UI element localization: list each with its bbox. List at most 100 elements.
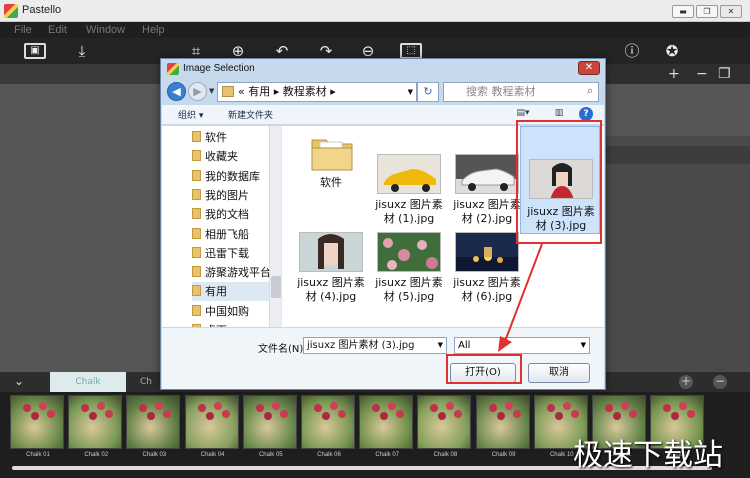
title-bar: Pastello ▬ ❐ ✕ <box>0 0 750 22</box>
filter-thumbnail[interactable] <box>10 395 64 449</box>
folder-icon <box>192 266 201 278</box>
dialog-close-button[interactable]: ✕ <box>578 61 600 75</box>
open-image-icon[interactable]: ▣ <box>24 43 46 59</box>
flower-mark <box>496 412 505 420</box>
filter-thumbnail[interactable] <box>126 395 181 449</box>
flower-mark <box>671 412 680 420</box>
nav-scrollbar[interactable] <box>269 126 281 327</box>
window-title: Pastello <box>22 4 62 16</box>
remove-button[interactable]: − <box>696 64 708 84</box>
flower-mark <box>97 402 106 410</box>
app-logo-icon <box>4 4 18 18</box>
flower-mark <box>47 410 55 418</box>
filter-thumbnail[interactable] <box>184 395 239 449</box>
nav-item[interactable]: 游聚游戏平台 <box>192 263 272 282</box>
filter-thumbnail[interactable] <box>242 395 297 449</box>
flower-mark <box>380 412 389 420</box>
minimize-button[interactable]: ▬ <box>672 5 694 18</box>
filter-thumbnail[interactable] <box>417 395 472 449</box>
filter-thumbnail[interactable] <box>301 395 355 449</box>
nav-item[interactable]: 迅雷下载 <box>192 244 272 263</box>
file-name: 软件 <box>320 176 342 189</box>
filename-dropdown-icon[interactable]: ▼ <box>438 338 443 353</box>
filter-thumbnail[interactable] <box>359 395 414 449</box>
new-folder-button[interactable]: 新建文件夹 <box>228 108 273 121</box>
navigation-pane: 桌面中国如购有用游聚游戏平台迅雷下载相册飞船我的文档我的图片我的数据库收藏夹软件 <box>162 126 282 327</box>
dialog-title-bar: Image Selection ✕ <box>161 59 605 79</box>
menu-edit[interactable]: Edit <box>48 24 67 36</box>
flower-mark <box>147 412 156 420</box>
thumbnail-label: Chalk 01 <box>26 452 50 458</box>
nav-item[interactable]: 我的图片 <box>192 186 272 205</box>
save-icon[interactable]: ⤓ <box>72 41 92 61</box>
menu-help[interactable]: Help <box>142 24 165 36</box>
file-item[interactable]: jisuxz 图片素材 (4).jpg <box>294 232 368 322</box>
window-controls: ▬ ❐ ✕ <box>672 5 742 18</box>
filename-label: 文件名(N): <box>258 344 307 355</box>
flower-mark <box>570 410 579 418</box>
menu-window[interactable]: Window <box>86 24 125 36</box>
nav-item[interactable]: 我的文档 <box>192 205 272 224</box>
cancel-button[interactable]: 取消 <box>528 363 590 383</box>
info-icon[interactable]: ⓘ <box>622 41 642 61</box>
remove-circle-icon[interactable]: − <box>713 375 727 389</box>
forward-arrow-icon[interactable]: ▶ <box>188 82 207 101</box>
nav-item[interactable]: 收藏夹 <box>192 147 272 166</box>
flower-mark <box>322 412 330 420</box>
search-input[interactable]: 搜索 教程素材 <box>443 82 599 102</box>
close-button[interactable]: ✕ <box>720 5 742 18</box>
tab-chalk[interactable]: Chalk <box>50 372 126 392</box>
nav-item[interactable]: 相册飞船 <box>192 225 272 244</box>
flower-mark <box>679 402 688 410</box>
help-icon[interactable]: ? <box>579 107 593 121</box>
nav-item[interactable]: 我的数据库 <box>192 167 272 186</box>
folder-icon <box>192 150 201 162</box>
flower-mark <box>213 402 222 410</box>
view-options-icon[interactable]: ▤▾ <box>516 108 530 120</box>
preview-pane-icon[interactable]: ▥ <box>552 108 566 120</box>
filter-thumbnail[interactable] <box>68 395 123 449</box>
menu-file[interactable]: File <box>14 24 32 36</box>
organize-menu[interactable]: 组织 ▾ <box>178 108 203 121</box>
fit-screen-icon[interactable]: ⬚ <box>400 43 422 59</box>
image-thumbnail <box>377 154 441 194</box>
nav-item-label: 迅雷下载 <box>205 246 249 260</box>
file-item[interactable]: jisuxz 图片素材 (5).jpg <box>372 232 446 322</box>
flower-mark <box>155 402 164 410</box>
path-dropdown-icon[interactable]: ▼ <box>408 83 413 101</box>
file-item[interactable]: jisuxz 图片素材 (1).jpg <box>372 154 446 244</box>
file-item[interactable]: jisuxz 图片素材 (2).jpg <box>450 154 524 244</box>
flower-mark <box>446 402 455 410</box>
pastello-window: Pastello ▬ ❐ ✕ File Edit Window Help ▣ ⤓… <box>0 0 750 478</box>
path-breadcrumb[interactable]: « 有用 ▸ 教程素材 ▸ ▼ <box>217 82 417 102</box>
flower-mark <box>81 404 90 412</box>
chevron-down-icon[interactable]: ⌄ <box>14 374 24 388</box>
add-button[interactable]: + <box>668 64 680 84</box>
refresh-button[interactable]: ↻ <box>417 82 439 102</box>
thumbnail-label: Chalk 03 <box>142 452 167 458</box>
maximize-button[interactable]: ❐ <box>696 5 718 18</box>
nav-item[interactable]: 有用 <box>192 282 272 302</box>
settings-icon[interactable]: ✪ <box>662 41 682 61</box>
folder-icon <box>192 246 201 258</box>
annotation-arrow-icon <box>498 243 543 352</box>
filter-thumbnail[interactable] <box>475 395 530 449</box>
thumbnail-label: Chalk 02 <box>84 452 109 458</box>
add-circle-icon[interactable]: + <box>679 375 693 389</box>
flower-mark <box>255 404 264 412</box>
filename-input[interactable]: jisuxz 图片素材 (3).jpg ▼ <box>303 337 447 354</box>
flower-mark <box>621 402 629 410</box>
back-arrow-icon[interactable]: ◀ <box>167 82 186 101</box>
history-dropdown-icon[interactable]: ▼ <box>209 87 214 95</box>
nav-scroll-thumb[interactable] <box>271 276 281 298</box>
duplicate-button[interactable]: ❐ <box>718 64 731 84</box>
nav-item[interactable]: 软件 <box>192 128 272 147</box>
flower-mark <box>504 402 513 410</box>
file-name: jisuxz 图片素材 (2).jpg <box>453 198 521 225</box>
file-item[interactable]: 软件 <box>294 132 368 222</box>
nav-item[interactable]: 中国如购 <box>192 302 272 321</box>
folder-icon <box>192 304 201 316</box>
filetype-dropdown-icon[interactable]: ▼ <box>581 338 586 353</box>
image-thumbnail <box>299 232 363 272</box>
nav-item-label: 我的图片 <box>205 188 249 202</box>
